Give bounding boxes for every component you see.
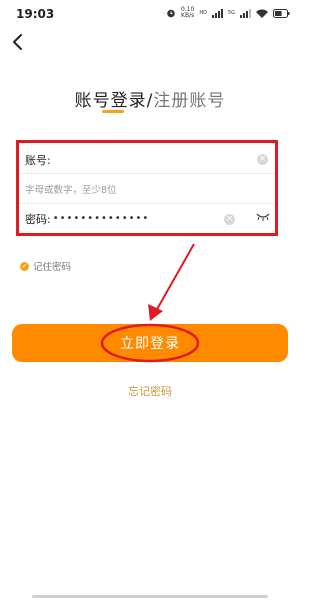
login-form: 账号: × 字母或数字，至少8位 密码: •••••••••••••• × xyxy=(16,140,278,236)
account-input[interactable] xyxy=(52,152,115,168)
wifi-icon xyxy=(256,9,268,18)
remember-password-label: 记住密码 xyxy=(33,262,72,273)
forgot-password-link[interactable]: 忘记密码 xyxy=(0,383,300,399)
password-input[interactable]: •••••••••••••• xyxy=(53,213,150,224)
signal-icon xyxy=(211,8,223,18)
eye-closed-icon[interactable] xyxy=(256,212,270,222)
account-row: 账号: × xyxy=(19,147,275,173)
network-type-badge: 5G xyxy=(227,9,235,16)
password-label: 密码: xyxy=(25,212,51,226)
home-indicator xyxy=(32,595,268,598)
remember-password[interactable]: ✓ 记住密码 xyxy=(20,259,71,273)
page-title: 账号登录/注册账号 xyxy=(0,86,300,111)
alarm-icon xyxy=(167,9,175,18)
status-time: 19:03 xyxy=(16,7,55,21)
back-button[interactable] xyxy=(8,30,28,54)
battery-icon xyxy=(273,8,290,18)
checkmark-icon[interactable]: ✓ xyxy=(20,261,29,271)
tab-account-login[interactable]: 账号登录 xyxy=(75,91,147,111)
account-hint-row: 字母或数字，至少8位 xyxy=(19,173,275,203)
annotation-arrow-head xyxy=(148,304,163,321)
password-row[interactable]: 密码: •••••••••••••• × xyxy=(19,203,275,233)
account-label: 账号: xyxy=(25,154,51,167)
clear-password-icon[interactable]: × xyxy=(224,214,235,225)
account-hint: 字母或数字，至少8位 xyxy=(25,184,117,196)
network-speed: 0.10 KB/s xyxy=(180,6,195,19)
login-button[interactable]: 立即登录 xyxy=(12,324,288,362)
status-icons: 0.10 KB/s HD 5G xyxy=(166,6,290,20)
clear-account-icon[interactable]: × xyxy=(257,154,268,165)
hd-badge: HD xyxy=(199,9,207,16)
status-bar: 19:03 0.10 KB/s HD 5G xyxy=(0,0,300,26)
annotation-arrow-line xyxy=(155,243,195,312)
tab-register[interactable]: 注册账号 xyxy=(153,91,225,111)
chevron-left-icon xyxy=(13,34,22,50)
signal-icon-2 xyxy=(240,8,251,18)
active-tab-indicator xyxy=(102,110,124,113)
